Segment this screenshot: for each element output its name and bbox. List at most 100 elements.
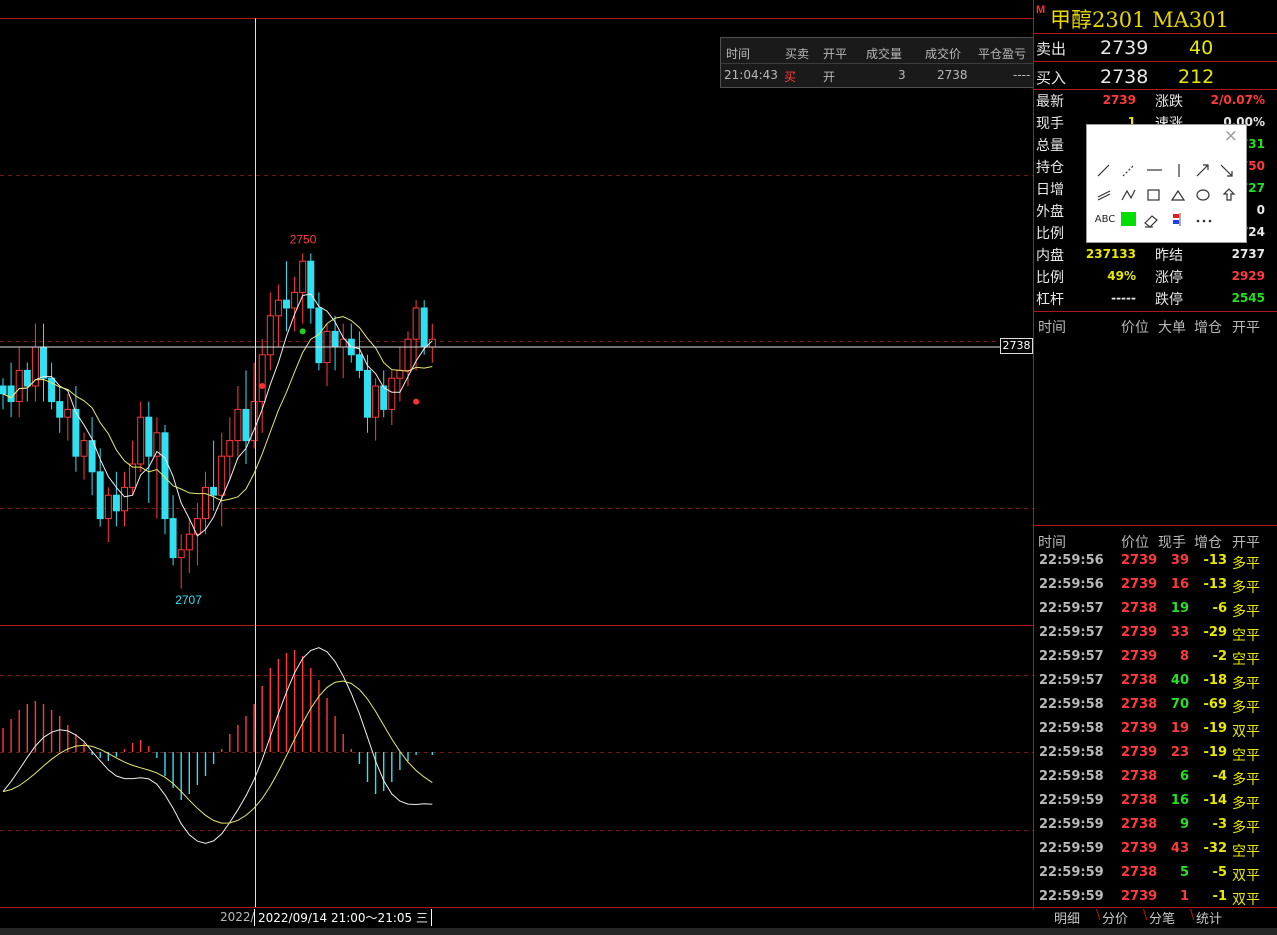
quote-value-7: 237133: [1085, 247, 1136, 261]
tab-price-split[interactable]: 分价: [1102, 908, 1128, 927]
tick-oc: 多平: [1232, 604, 1260, 620]
candle-body: [226, 440, 234, 457]
quote-label-1: 现手: [1036, 116, 1064, 132]
candle-body: [412, 307, 420, 340]
tab-stats[interactable]: 统计: [1196, 908, 1222, 927]
candle-body: [364, 369, 371, 418]
tick-hand: 6: [1179, 769, 1189, 784]
candle-body: [404, 338, 412, 371]
contract-name: 甲醇2301 MA301: [1050, 8, 1229, 32]
candle-body: [380, 385, 388, 410]
tick-price: 2738: [1121, 601, 1158, 616]
tick-oi: -19: [1203, 745, 1228, 760]
tick-time: 22:59:57: [1039, 601, 1104, 616]
sell-volume: 40: [1189, 37, 1214, 59]
tick-time: 22:59:56: [1039, 577, 1104, 592]
tick-row[interactable]: 22:59:57 2739 33 -29 空平: [1036, 621, 1272, 645]
tick-oc: 多平: [1232, 796, 1260, 812]
trade-price: 2738: [937, 68, 968, 82]
candle-body: [331, 330, 339, 348]
candlestick-chart[interactable]: 2750 2707: [0, 0, 1033, 935]
candle-body: [291, 291, 299, 309]
tick-row[interactable]: 22:59:59 2739 1 -1 双平: [1036, 885, 1272, 909]
arrow-down-right-icon: [1220, 164, 1233, 177]
tick-row[interactable]: 22:59:59 2738 9 -3 多平: [1036, 813, 1272, 837]
tick-time: 22:59:57: [1039, 625, 1104, 640]
quote-label-8: 比例: [1036, 270, 1064, 286]
candle-body: [274, 299, 282, 317]
tick-price: 2738: [1121, 697, 1158, 712]
candle-body: [355, 354, 363, 371]
sell-signal-dot: [299, 328, 306, 335]
trade-openclose: 开: [823, 70, 836, 84]
quote-label2-8: 涨停: [1155, 270, 1183, 286]
candle-body: [80, 440, 88, 457]
tick-time: 22:59:59: [1039, 793, 1104, 808]
tick-oi: -13: [1203, 577, 1228, 592]
quote-value2-0: 2/0.07%: [1210, 93, 1265, 107]
tick-row[interactable]: 22:59:56 2739 16 -13 多平: [1036, 573, 1272, 597]
bigorder-header-big: 大单: [1158, 320, 1186, 336]
tick-hand: 16: [1170, 577, 1189, 592]
tick-hand: 23: [1170, 745, 1189, 760]
candle-body: [96, 471, 104, 520]
tick-price: 2739: [1121, 889, 1158, 904]
quote-value2-9: 2545: [1231, 291, 1265, 305]
tab-detail[interactable]: 明细: [1054, 908, 1080, 927]
date-range: 2022/09/14 21:00～21:05 三: [254, 909, 432, 926]
tick-row[interactable]: 22:59:58 2739 19 -19 双平: [1036, 717, 1272, 741]
quote-value2-8: 2929: [1231, 269, 1265, 283]
quote-label2-7: 昨结: [1155, 248, 1183, 264]
tick-oc: 空平: [1232, 748, 1260, 764]
flag-icon: [1173, 213, 1181, 226]
tick-oi: -5: [1212, 865, 1227, 880]
candle-body: [121, 486, 128, 512]
tick-row[interactable]: 22:59:56 2739 39 -13 多平: [1036, 549, 1272, 573]
candle-body: [258, 354, 266, 403]
trade-side: 买: [784, 70, 797, 84]
tick-oc: 多平: [1232, 556, 1260, 572]
tick-row[interactable]: 22:59:59 2738 5 -5 双平: [1036, 861, 1272, 885]
up-arrow-icon: [1222, 188, 1236, 201]
tick-row[interactable]: 22:59:59 2739 43 -32 空平: [1036, 837, 1272, 861]
candle-body: [169, 518, 177, 559]
tick-row[interactable]: 22:59:58 2738 6 -4 多平: [1036, 765, 1272, 789]
quote-value-0: 2739: [1102, 93, 1136, 107]
tick-row[interactable]: 22:59:59 2738 16 -14 多平: [1036, 789, 1272, 813]
tick-price: 2739: [1121, 553, 1158, 568]
tick-hand: 19: [1170, 601, 1189, 616]
trade-header-pnl: 平仓盈亏: [978, 47, 1027, 61]
text-tool-icon[interactable]: ABC: [1093, 210, 1117, 230]
tick-hand: 5: [1179, 865, 1189, 880]
quote-label-7: 内盘: [1036, 248, 1064, 264]
tick-row[interactable]: 22:59:57 2738 40 -18 多平: [1036, 669, 1272, 693]
tick-row[interactable]: 22:59:57 2739 8 -2 空平: [1036, 645, 1272, 669]
candle-body: [185, 533, 193, 551]
candle-body: [210, 486, 218, 496]
candle-body: [218, 455, 226, 496]
drawing-toolbox[interactable]: × ABC: [1086, 124, 1247, 243]
tick-row[interactable]: 22:59:57 2738 19 -6 多平: [1036, 597, 1272, 621]
tick-oc: 双平: [1232, 868, 1260, 884]
tick-oc: 多平: [1232, 700, 1260, 716]
candle-body: [145, 416, 153, 457]
tick-time: 22:59:57: [1039, 673, 1104, 688]
trade-header-price: 成交价: [925, 47, 962, 61]
cursor-price-tag: 2738: [1000, 338, 1033, 354]
tick-row[interactable]: 22:59:58 2738 70 -69 多平: [1036, 693, 1272, 717]
trade-record-box: 时间 买卖 开平 成交量 成交价 平仓盈亏 21:04:43 买 开 3 273…: [720, 37, 1034, 88]
candle-body: [388, 377, 396, 410]
quote-value2-5: 0: [1256, 203, 1265, 217]
contract-title: M 甲醇2301 MA301: [1036, 4, 1229, 34]
date-prefix: 2022/: [220, 910, 255, 924]
candle-body: [283, 299, 290, 309]
more-icon: [1196, 219, 1212, 223]
parallel-lines-icon: [1097, 190, 1111, 201]
tick-hand: 16: [1170, 793, 1189, 808]
tab-tick[interactable]: 分笔: [1149, 908, 1175, 927]
bigorder-header-time: 时间: [1038, 320, 1066, 336]
quote-label2-0: 涨跌: [1155, 94, 1183, 110]
tick-hand: 33: [1170, 625, 1189, 640]
bigorder-header-oi: 增仓: [1194, 320, 1222, 336]
tick-row[interactable]: 22:59:58 2739 23 -19 空平: [1036, 741, 1272, 765]
